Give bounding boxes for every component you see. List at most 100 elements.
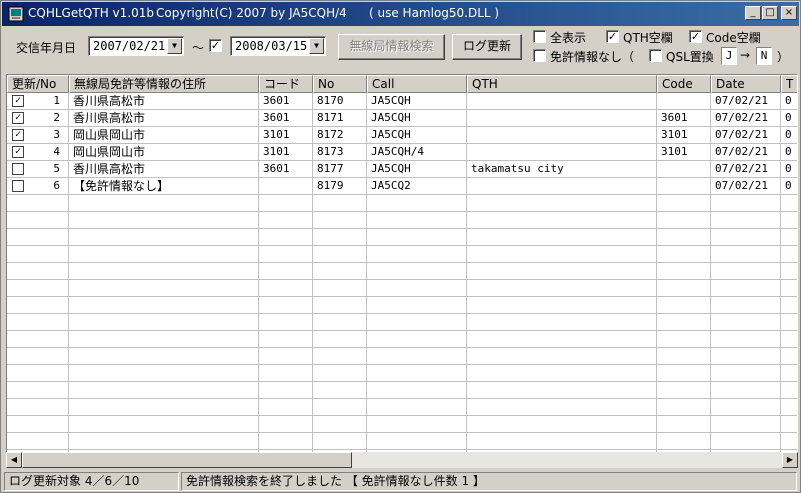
table-row[interactable] bbox=[7, 433, 797, 450]
cell-qth[interactable]: takamatsu city bbox=[467, 161, 657, 178]
header-col-call[interactable]: Call bbox=[367, 75, 467, 93]
cell-date[interactable] bbox=[711, 382, 781, 399]
scroll-left-icon[interactable]: ◀ bbox=[6, 452, 22, 468]
cell-call[interactable]: JA5CQH bbox=[367, 110, 467, 127]
cell-t[interactable]: 0 bbox=[781, 144, 797, 161]
header-col-t[interactable]: T bbox=[781, 75, 797, 93]
cell-call[interactable] bbox=[367, 382, 467, 399]
cell-num[interactable]: 8172 bbox=[313, 127, 367, 144]
code-blank-checkbox[interactable]: ✓ bbox=[689, 30, 702, 43]
cell-t[interactable] bbox=[781, 314, 797, 331]
cell-no[interactable]: 2 ✓ bbox=[7, 110, 69, 127]
cell-code2[interactable] bbox=[657, 246, 711, 263]
cell-t[interactable] bbox=[781, 433, 797, 450]
minimize-button[interactable]: _ bbox=[745, 6, 761, 20]
cell-address[interactable]: 岡山県岡山市 bbox=[69, 144, 259, 161]
cell-date[interactable] bbox=[711, 195, 781, 212]
maximize-button[interactable]: □ bbox=[762, 6, 778, 20]
cell-address[interactable] bbox=[69, 297, 259, 314]
cell-qth[interactable] bbox=[467, 127, 657, 144]
scroll-thumb[interactable] bbox=[22, 452, 352, 468]
cell-qth[interactable] bbox=[467, 144, 657, 161]
cell-call[interactable] bbox=[367, 263, 467, 280]
date-to-checkbox[interactable]: ✓ bbox=[209, 39, 222, 52]
cell-num[interactable]: 8179 bbox=[313, 178, 367, 195]
cell-num[interactable] bbox=[313, 433, 367, 450]
cell-code2[interactable] bbox=[657, 263, 711, 280]
cell-call[interactable] bbox=[367, 297, 467, 314]
cell-num[interactable]: 8177 bbox=[313, 161, 367, 178]
table-row[interactable] bbox=[7, 348, 797, 365]
cell-address[interactable] bbox=[69, 212, 259, 229]
cell-t[interactable] bbox=[781, 331, 797, 348]
cell-t[interactable]: 0 bbox=[781, 93, 797, 110]
cell-date[interactable]: 07/02/21 bbox=[711, 110, 781, 127]
header-col-code2[interactable]: Code bbox=[657, 75, 711, 93]
cell-call[interactable] bbox=[367, 195, 467, 212]
header-col-code[interactable]: コード bbox=[259, 75, 313, 93]
cell-code[interactable] bbox=[259, 348, 313, 365]
cell-call[interactable]: JA5CQH bbox=[367, 93, 467, 110]
cell-num[interactable] bbox=[313, 365, 367, 382]
cell-call[interactable] bbox=[367, 416, 467, 433]
cell-qth[interactable] bbox=[467, 348, 657, 365]
cell-code[interactable] bbox=[259, 229, 313, 246]
cell-address[interactable]: 香川県高松市 bbox=[69, 161, 259, 178]
cell-call[interactable] bbox=[367, 348, 467, 365]
cell-date[interactable] bbox=[711, 433, 781, 450]
cell-call[interactable]: JA5CQH bbox=[367, 161, 467, 178]
cell-no[interactable]: 1 ✓ bbox=[7, 93, 69, 110]
cell-no[interactable] bbox=[7, 212, 69, 229]
table-row[interactable]: 2 ✓ 香川県高松市 3601 8171 JA5CQH 3601 07/02/21 0 bbox=[7, 110, 797, 127]
cell-no[interactable] bbox=[7, 229, 69, 246]
cell-no[interactable] bbox=[7, 195, 69, 212]
cell-code[interactable] bbox=[259, 314, 313, 331]
cell-t[interactable] bbox=[781, 348, 797, 365]
cell-no[interactable]: 4 ✓ bbox=[7, 144, 69, 161]
cell-date[interactable] bbox=[711, 331, 781, 348]
cell-code[interactable] bbox=[259, 280, 313, 297]
table-row[interactable]: 6 【免許情報なし】 8179 JA5CQ2 07/02/21 0 bbox=[7, 178, 797, 195]
cell-code2[interactable]: 3601 bbox=[657, 110, 711, 127]
row-update-checkbox[interactable] bbox=[12, 163, 24, 175]
cell-code[interactable]: 3601 bbox=[259, 110, 313, 127]
cell-code[interactable] bbox=[259, 331, 313, 348]
cell-call[interactable] bbox=[367, 314, 467, 331]
cell-code2[interactable]: 3101 bbox=[657, 127, 711, 144]
cell-code[interactable] bbox=[259, 382, 313, 399]
cell-num[interactable] bbox=[313, 331, 367, 348]
cell-t[interactable] bbox=[781, 382, 797, 399]
cell-qth[interactable] bbox=[467, 178, 657, 195]
cell-date[interactable]: 07/02/21 bbox=[711, 161, 781, 178]
cell-address[interactable] bbox=[69, 195, 259, 212]
cell-date[interactable] bbox=[711, 246, 781, 263]
cell-code2[interactable] bbox=[657, 433, 711, 450]
cell-address[interactable] bbox=[69, 280, 259, 297]
cell-no[interactable] bbox=[7, 348, 69, 365]
cell-t[interactable]: 0 bbox=[781, 161, 797, 178]
table-row[interactable] bbox=[7, 195, 797, 212]
qsl-from-field[interactable]: J bbox=[721, 47, 737, 65]
cell-qth[interactable] bbox=[467, 212, 657, 229]
cell-t[interactable] bbox=[781, 263, 797, 280]
header-col-update-no[interactable]: 更新/No bbox=[7, 75, 69, 93]
table-row[interactable] bbox=[7, 399, 797, 416]
qso-grid[interactable]: 更新/No 無線局免許等情報の住所 コード No Call QTH Code Date T 1 ✓… bbox=[6, 74, 798, 467]
table-row[interactable] bbox=[7, 314, 797, 331]
cell-code2[interactable] bbox=[657, 178, 711, 195]
header-col-date[interactable]: Date bbox=[711, 75, 781, 93]
cell-code2[interactable] bbox=[657, 212, 711, 229]
cell-no[interactable] bbox=[7, 297, 69, 314]
cell-code2[interactable] bbox=[657, 314, 711, 331]
cell-code2[interactable] bbox=[657, 416, 711, 433]
cell-call[interactable] bbox=[367, 246, 467, 263]
cell-address[interactable] bbox=[69, 348, 259, 365]
cell-address[interactable] bbox=[69, 314, 259, 331]
cell-call[interactable] bbox=[367, 212, 467, 229]
cell-t[interactable] bbox=[781, 416, 797, 433]
cell-call[interactable] bbox=[367, 331, 467, 348]
date-from-picker[interactable]: 2007/02/21 ▼ bbox=[88, 36, 184, 56]
cell-qth[interactable] bbox=[467, 110, 657, 127]
table-row[interactable]: 1 ✓ 香川県高松市 3601 8170 JA5CQH 07/02/21 0 bbox=[7, 93, 797, 110]
cell-date[interactable]: 07/02/21 bbox=[711, 144, 781, 161]
